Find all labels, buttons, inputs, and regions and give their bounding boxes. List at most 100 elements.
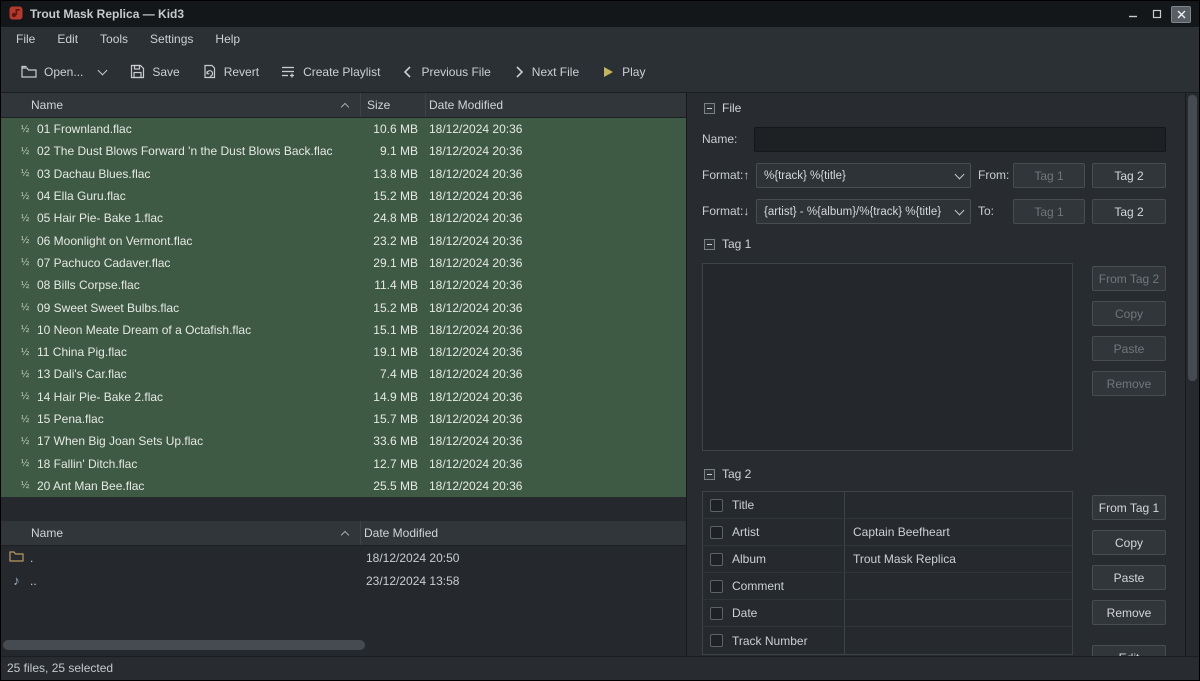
title-checkbox[interactable] (710, 499, 723, 512)
next-file-button[interactable]: Next File (507, 59, 585, 85)
file-modified: 18/12/2024 20:36 (426, 457, 686, 471)
horizontal-scrollbar[interactable] (1, 640, 684, 651)
file-name: 10 Neon Meate Dream of a Octafish.flac (37, 323, 251, 337)
filename-input[interactable] (754, 127, 1166, 152)
horizontal-scrollbar-thumb[interactable] (3, 640, 365, 650)
chevron-down-icon (955, 205, 965, 215)
file-name: 04 Ella Guru.flac (37, 189, 126, 203)
file-row[interactable]: ½ 08 Bills Corpse.flac 11.4 MB 18/12/202… (1, 274, 686, 296)
collapse-icon[interactable] (704, 103, 715, 114)
to-label: To: (978, 199, 994, 224)
tag2-field-row: Album Trout Mask Replica (703, 546, 1072, 573)
comment-value[interactable] (845, 573, 1072, 599)
file-row[interactable]: ½ 17 When Big Joan Sets Up.flac 33.6 MB … (1, 430, 686, 452)
file-size: 23.2 MB (361, 234, 426, 248)
format-to-filename-combo[interactable]: {artist} - %{album}/%{track} %{title} (756, 199, 971, 224)
remove-button[interactable]: Remove (1092, 600, 1166, 625)
column-header-size[interactable]: Size (361, 93, 426, 117)
menu-help[interactable]: Help (204, 27, 251, 51)
menu-edit[interactable]: Edit (46, 27, 89, 51)
title-value[interactable] (845, 492, 1072, 518)
file-row[interactable]: ½ 13 Dali's Car.flac 7.4 MB 18/12/2024 2… (1, 363, 686, 385)
tag1-buttons: From Tag 2CopyPasteRemove (1092, 266, 1166, 396)
dir-row[interactable]: . 18/12/2024 20:50 (1, 546, 686, 569)
minimize-button[interactable] (1123, 6, 1143, 23)
file-row[interactable]: ½ 15 Pena.flac 15.7 MB 18/12/2024 20:36 (1, 408, 686, 430)
file-row[interactable]: ½ 02 The Dust Blows Forward 'n the Dust … (1, 140, 686, 162)
dir-row[interactable]: ♪ .. 23/12/2024 13:58 (1, 569, 686, 592)
file-name: 06 Moonlight on Vermont.flac (37, 234, 192, 248)
column-header-name[interactable]: Name (1, 93, 361, 117)
menubar: FileEditToolsSettingsHelp (1, 27, 1199, 51)
file-size: 33.6 MB (361, 434, 426, 448)
artist-checkbox[interactable] (710, 526, 723, 539)
status-text: 25 files, 25 selected (7, 661, 113, 675)
file-modified: 18/12/2024 20:36 (426, 345, 686, 359)
file-row[interactable]: ½ 10 Neon Meate Dream of a Octafish.flac… (1, 319, 686, 341)
file-section-header[interactable]: File (704, 101, 741, 115)
open-dropdown-button[interactable] (91, 64, 114, 80)
edit-button[interactable]: Edit (1092, 645, 1166, 656)
to-tag-2-button[interactable]: Tag 2 (1092, 199, 1166, 224)
tag2-section-header[interactable]: Tag 2 (704, 467, 751, 481)
tag2-buttons: From Tag 1 Copy Paste Remove Edit (1092, 495, 1166, 656)
file-row[interactable]: ½ 06 Moonlight on Vermont.flac 23.2 MB 1… (1, 229, 686, 251)
file-row[interactable]: ½ 20 Ant Man Bee.flac 25.5 MB 18/12/2024… (1, 475, 686, 497)
column-header-modified[interactable]: Date Modified (361, 521, 686, 545)
paste-button[interactable]: Paste (1092, 565, 1166, 590)
file-modified: 18/12/2024 20:36 (426, 234, 686, 248)
format-from-filename-combo[interactable]: %{track} %{title} (756, 163, 971, 188)
date-checkbox[interactable] (710, 607, 723, 620)
copy-button[interactable]: Copy (1092, 530, 1166, 555)
save-button[interactable]: Save (124, 58, 185, 85)
track-number-checkbox[interactable] (710, 634, 723, 647)
track-number-value[interactable] (845, 627, 1072, 654)
from-tag-2-button[interactable]: Tag 2 (1092, 163, 1166, 188)
file-row[interactable]: ½ 04 Ella Guru.flac 15.2 MB 18/12/2024 2… (1, 185, 686, 207)
open-button[interactable]: Open... (15, 59, 89, 85)
from-tag-1-button[interactable]: From Tag 1 (1092, 495, 1166, 520)
menu-file[interactable]: File (5, 27, 46, 51)
file-table-body: ½ 01 Frownland.flac 10.6 MB 18/12/2024 2… (1, 118, 686, 498)
file-row[interactable]: ½ 09 Sweet Sweet Bulbs.flac 15.2 MB 18/1… (1, 296, 686, 318)
artist-value[interactable]: Captain Beefheart (845, 519, 1072, 545)
collapse-icon[interactable] (704, 469, 715, 480)
revert-button[interactable]: Revert (196, 58, 265, 85)
file-name: 03 Dachau Blues.flac (37, 167, 150, 181)
track-number-label: Track Number (732, 634, 808, 648)
create-playlist-button[interactable]: Create Playlist (275, 59, 386, 85)
album-value[interactable]: Trout Mask Replica (845, 546, 1072, 572)
file-row[interactable]: ½ 11 China Pig.flac 19.1 MB 18/12/2024 2… (1, 341, 686, 363)
file-size: 19.1 MB (361, 345, 426, 359)
file-size: 12.7 MB (361, 457, 426, 471)
file-row[interactable]: ½ 01 Frownland.flac 10.6 MB 18/12/2024 2… (1, 118, 686, 140)
previous-file-button[interactable]: Previous File (396, 59, 496, 85)
menu-tools[interactable]: Tools (89, 27, 139, 51)
file-row[interactable]: ½ 07 Pachuco Cadaver.flac 29.1 MB 18/12/… (1, 252, 686, 274)
album-checkbox[interactable] (710, 553, 723, 566)
vertical-scrollbar-thumb[interactable] (1188, 95, 1197, 381)
menu-settings[interactable]: Settings (139, 27, 204, 51)
column-header-name[interactable]: Name (1, 521, 361, 545)
tag1-section-header[interactable]: Tag 1 (704, 237, 751, 251)
maximize-button[interactable] (1147, 6, 1167, 23)
file-row[interactable]: ½ 03 Dachau Blues.flac 13.8 MB 18/12/202… (1, 163, 686, 185)
file-row[interactable]: ½ 05 Hair Pie- Bake 1.flac 24.8 MB 18/12… (1, 207, 686, 229)
vertical-scrollbar[interactable] (1185, 93, 1199, 656)
name-label: Name: (702, 127, 737, 152)
file-row[interactable]: ½ 18 Fallin' Ditch.flac 12.7 MB 18/12/20… (1, 452, 686, 474)
tag-state-icon: ½ (21, 436, 37, 447)
file-modified: 18/12/2024 20:36 (426, 412, 686, 426)
tag-state-icon: ½ (21, 213, 37, 224)
file-modified: 18/12/2024 20:36 (426, 323, 686, 337)
comment-checkbox[interactable] (710, 580, 723, 593)
collapse-icon[interactable] (704, 239, 715, 250)
close-button[interactable] (1171, 6, 1191, 23)
file-name: 20 Ant Man Bee.flac (37, 479, 144, 493)
file-row[interactable]: ½ 14 Hair Pie- Bake 2.flac 14.9 MB 18/12… (1, 386, 686, 408)
date-value[interactable] (845, 600, 1072, 626)
file-name: 08 Bills Corpse.flac (37, 278, 140, 292)
play-button[interactable]: Play (595, 59, 651, 85)
column-header-modified[interactable]: Date Modified (426, 93, 686, 117)
tag-state-icon: ½ (21, 480, 37, 491)
